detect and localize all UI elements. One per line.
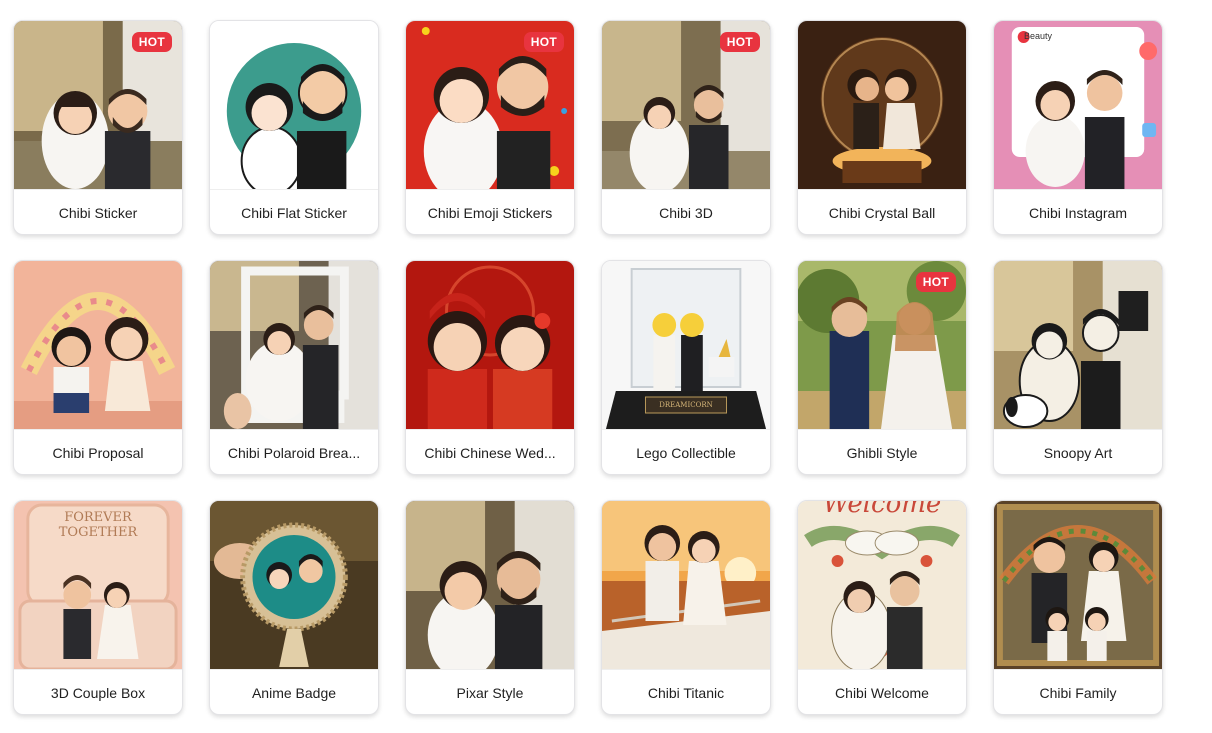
chibi-welcome-image: Welcome [798, 501, 966, 670]
hot-badge: HOT [131, 32, 172, 52]
style-card-label: Chibi Sticker [58, 205, 138, 221]
chibi-family-image [994, 501, 1162, 670]
style-card-ghibli-style[interactable]: HOT Ghibli Style [797, 260, 967, 475]
style-card-label: Ghibli Style [846, 445, 918, 461]
chibi-proposal-image [14, 261, 182, 430]
style-card-chibi-3d[interactable]: HOT Chibi 3D [601, 20, 771, 235]
style-card-label: Chibi Emoji Stickers [427, 205, 553, 221]
chibi-instagram-image: Beauty [994, 21, 1162, 190]
chibi-emoji-stickers-image: HOT [406, 21, 574, 190]
snoopy-art-image [994, 261, 1162, 430]
style-card-label: 3D Couple Box [50, 685, 146, 701]
style-card-label: Pixar Style [456, 685, 524, 701]
style-card-label: Chibi 3D [659, 205, 713, 221]
style-card-3d-couple-box[interactable]: FOREVER TOGETHER 3D Couple Box [13, 500, 183, 715]
style-card-anime-badge[interactable]: Anime Badge [209, 500, 379, 715]
style-card-label: Chibi Proposal [52, 445, 144, 461]
pixar-style-image [406, 501, 574, 670]
chibi-chinese-wedding-image [406, 261, 574, 430]
style-card-label: Anime Badge [251, 685, 337, 701]
box-title-line-1: FOREVER [64, 510, 132, 525]
instagram-title: Beauty [1024, 31, 1053, 41]
style-card-label: Chibi Flat Sticker [241, 205, 347, 221]
chibi-flat-sticker-image [210, 21, 378, 190]
lego-plaque-text: DREAMICORN [659, 401, 713, 409]
style-card-label: Chibi Family [1039, 685, 1117, 701]
style-card-pixar-style[interactable]: Pixar Style [405, 500, 575, 715]
style-card-chibi-sticker[interactable]: HOT Chibi Sticker [13, 20, 183, 235]
style-card-snoopy-art[interactable]: Snoopy Art [993, 260, 1163, 475]
style-card-label: Chibi Polaroid Brea... [227, 445, 361, 461]
chibi-titanic-image [602, 501, 770, 670]
style-card-chibi-emoji-stickers[interactable]: HOT Chibi Emoji Stickers [405, 20, 575, 235]
style-card-chibi-crystal-ball[interactable]: Chibi Crystal Ball [797, 20, 967, 235]
style-card-chibi-polaroid[interactable]: Chibi Polaroid Brea... [209, 260, 379, 475]
hot-badge: HOT [719, 32, 760, 52]
chibi-polaroid-image [210, 261, 378, 430]
style-card-chibi-family[interactable]: Chibi Family [993, 500, 1163, 715]
style-card-chibi-titanic[interactable]: Chibi Titanic [601, 500, 771, 715]
style-card-label: Chibi Chinese Wed... [424, 445, 556, 461]
chibi-3d-image: HOT [602, 21, 770, 190]
style-card-label: Chibi Titanic [647, 685, 725, 701]
style-card-chibi-chinese-wedding[interactable]: Chibi Chinese Wed... [405, 260, 575, 475]
hot-badge: HOT [523, 32, 564, 52]
style-card-chibi-instagram[interactable]: Beauty Chibi Instagram [993, 20, 1163, 235]
style-card-chibi-flat-sticker[interactable]: Chibi Flat Sticker [209, 20, 379, 235]
welcome-title: Welcome [822, 501, 942, 519]
style-card-label: Chibi Instagram [1028, 205, 1128, 221]
chibi-sticker-image: HOT [14, 21, 182, 190]
style-card-chibi-proposal[interactable]: Chibi Proposal [13, 260, 183, 475]
couple-box-image: FOREVER TOGETHER [14, 501, 182, 670]
style-card-lego-collectible[interactable]: DREAMICORN Lego Collectible [601, 260, 771, 475]
style-card-label: Lego Collectible [636, 445, 736, 461]
lego-collectible-image: DREAMICORN [602, 261, 770, 430]
anime-badge-image [210, 501, 378, 670]
style-card-label: Chibi Welcome [835, 685, 929, 701]
style-card-label: Snoopy Art [1043, 445, 1113, 461]
hot-badge: HOT [915, 272, 956, 292]
ghibli-style-image: HOT [798, 261, 966, 430]
style-card-chibi-welcome[interactable]: Welcome Chibi Welcome [797, 500, 967, 715]
style-card-label: Chibi Crystal Ball [828, 205, 936, 221]
chibi-crystal-ball-image [798, 21, 966, 190]
style-grid: HOT Chibi Sticker Chibi Flat Sticker HOT… [13, 20, 1163, 715]
box-title-line-2: TOGETHER [58, 525, 138, 540]
